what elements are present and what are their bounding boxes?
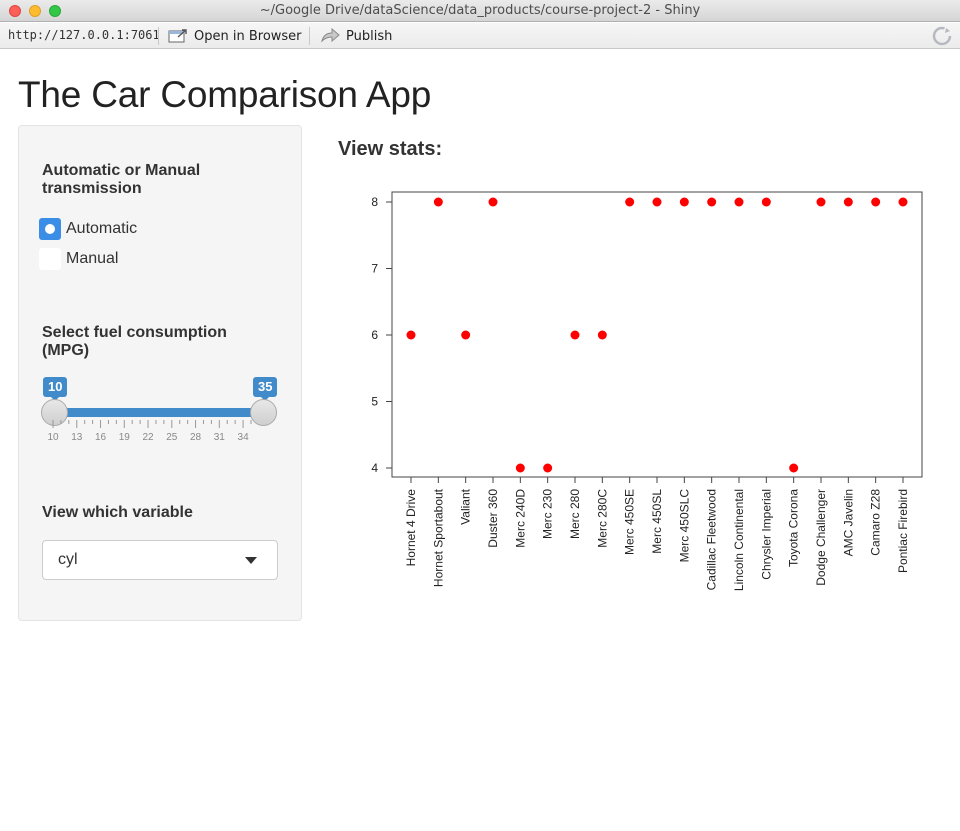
x-axis-tick-label: Merc 240D [513,489,527,548]
open-in-browser-icon [168,29,187,43]
y-axis-tick-label: 6 [371,328,378,342]
slider-ticks [52,420,252,428]
slider-tick-label: 22 [142,432,154,443]
x-axis-tick-label: Merc 450SLC [677,489,691,563]
app-title: The Car Comparison App [18,74,432,115]
mpg-label: Select fuel consumption (MPG) [42,324,227,359]
refresh-icon[interactable] [932,26,952,46]
slider-tick-label: 13 [71,432,83,443]
data-point [625,197,635,207]
data-point [761,197,771,207]
toolbar-divider [158,27,159,45]
stats-plot: 4 5 6 7 8 Hornet 4 Drive Hornet Sportabout Val… [371,191,923,591]
radio-manual-indicator[interactable] [39,248,61,270]
variable-select[interactable]: cyl [42,540,278,580]
view-stats-heading: View stats: [338,138,443,160]
dropdown-caret-icon [245,557,257,564]
data-point [515,463,525,473]
x-axis-tick-label: Pontiac Firebird [896,489,910,573]
transmission-label: Automatic or Manual transmission [42,162,201,197]
publish-button[interactable]: Publish [320,27,392,45]
open-in-browser-label: Open in Browser [194,28,302,44]
x-axis-tick-label: Merc 230 [541,489,555,539]
variable-label: View which variable [42,504,193,521]
x-axis-tick-label: Valiant [459,488,473,524]
x-axis-tick-label: Dodge Challenger [814,489,828,586]
x-axis-tick-label: Camaro Z28 [869,489,883,556]
data-point [789,463,799,473]
data-point [597,330,607,340]
radio-automatic-label: Automatic [66,220,138,237]
data-point [543,463,553,473]
data-point [898,197,908,207]
x-axis-tick-label: Cadillac Fleetwood [705,489,719,590]
x-axis-tick-label: AMC Javelin [841,489,855,556]
viewer-toolbar: http://127.0.0.1:7061 Open in Browser Pu… [0,23,960,49]
toolbar-divider [309,27,310,45]
x-axis-tick-label: Hornet Sportabout [431,488,445,587]
url-display: http://127.0.0.1:7061 [8,28,160,42]
slider-tick-label: 19 [118,432,130,443]
x-axis-tick-label: Hornet 4 Drive [404,489,418,567]
x-axis-tick-label: Merc 280 [568,489,582,539]
slider-min-value: 10 [43,377,68,401]
variable-select-value: cyl [58,551,78,568]
close-window-button[interactable] [9,5,21,17]
radio-automatic[interactable]: Automatic [39,218,137,240]
x-axis-tick-label: Merc 280C [595,489,609,548]
slider-tick-label: 16 [94,432,107,443]
plot-frame [391,191,923,478]
mpg-range-slider[interactable]: 10 35 10 13 16 19 22 25 28 31 34 [41,377,283,447]
data-point [871,197,881,207]
window-titlebar: ~/Google Drive/dataScience/data_products… [0,0,960,22]
y-axis-tick-label: 8 [371,195,378,209]
y-axis-tick-label: 7 [371,262,378,276]
data-point [652,197,662,207]
slider-tick-label: 34 [237,432,249,443]
x-axis-tick-label: Merc 450SL [650,489,664,554]
data-point [488,197,498,207]
slider-tick-label: 28 [189,432,202,443]
maximize-window-button[interactable] [49,5,61,17]
slider-tick-label: 25 [166,432,178,443]
publish-label: Publish [346,28,393,44]
data-point [734,197,744,207]
slider-tick-label: 31 [213,432,225,443]
data-point [843,197,853,207]
data-point [679,197,689,207]
minimize-window-button[interactable] [29,5,41,17]
sidebar-panel: Automatic or Manual transmission Automat… [18,125,302,621]
y-axis-tick-label: 4 [371,461,378,475]
open-in-browser-button[interactable]: Open in Browser [168,27,302,45]
x-axis-tick-label: Toyota Corona [787,489,801,567]
y-axis-tick-label: 5 [371,395,378,409]
slider-tick-label: 10 [47,432,59,443]
x-axis-tick-label: Merc 450SE [623,489,637,555]
data-point [461,330,471,340]
data-point [707,197,717,207]
data-point [570,330,580,340]
x-axis-tick-label: Lincoln Continental [732,489,746,591]
slider-selected-range[interactable] [53,408,261,417]
data-point [433,197,443,207]
x-axis-tick-label: Duster 360 [486,489,500,548]
radio-manual-label: Manual [66,250,119,267]
radio-manual[interactable]: Manual [39,248,118,270]
data-point [406,330,416,340]
data-point [816,197,826,207]
window-title: ~/Google Drive/dataScience/data_products… [259,3,701,18]
radio-automatic-indicator[interactable] [39,218,61,240]
slider-max-value: 35 [253,377,278,401]
x-axis-tick-label: Chrysler Imperial [759,489,773,580]
publish-icon [321,28,340,43]
